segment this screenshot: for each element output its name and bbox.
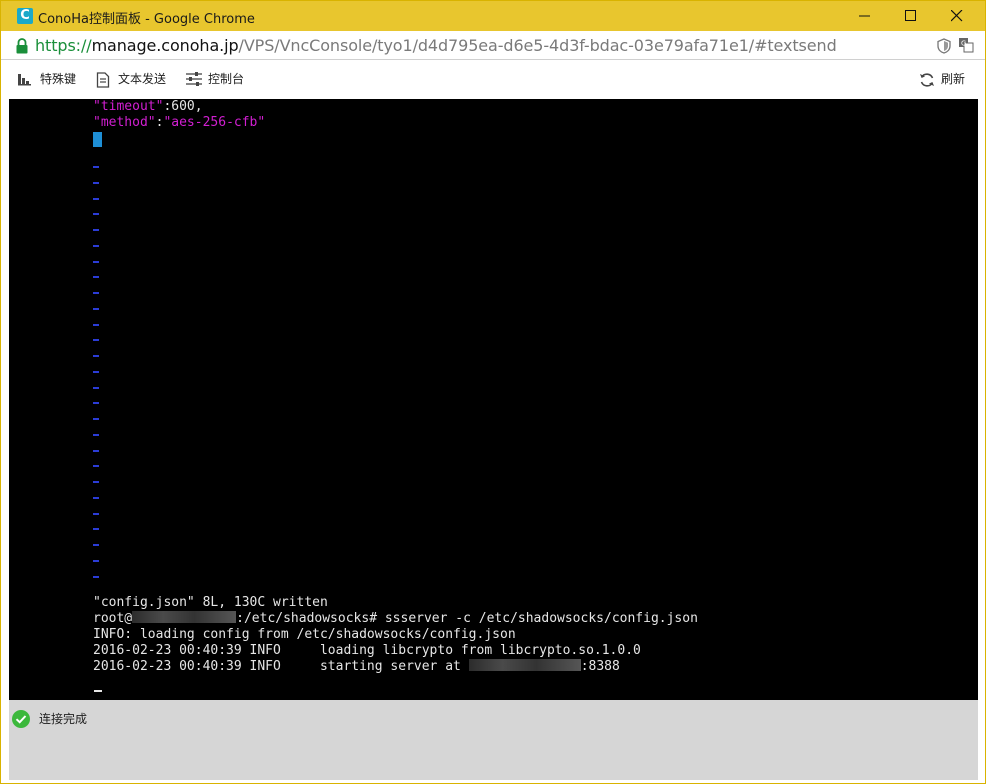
vim-tilde-marker	[93, 544, 99, 546]
vim-tilde-marker	[93, 386, 99, 389]
vim-tilde-marker	[93, 402, 99, 405]
connection-status: 连接完成	[39, 712, 88, 726]
vim-tilde-marker	[93, 166, 99, 168]
url-path: /VPS/VncConsole/tyo1/d4d795ea-d6e5-4d3f-…	[238, 36, 837, 55]
terminal-line-log1: 2016-02-23 00:40:39 INFO loading libcryp…	[93, 643, 641, 658]
terminal-line-written: "config.json" 8L, 130C written	[93, 595, 328, 610]
vim-tilde-marker	[93, 276, 99, 279]
vim-tilde-marker	[93, 307, 99, 310]
vim-tilde-marker	[93, 355, 99, 357]
document-icon	[96, 72, 110, 88]
browser-window: C ConoHa控制面板 - Google Chrome https://man…	[0, 0, 986, 784]
vim-tilde-marker	[93, 433, 99, 436]
window-title: ConoHa控制面板 - Google Chrome	[38, 12, 255, 27]
vim-tilde-marker	[93, 559, 99, 562]
url-host: manage.conoha.jp	[91, 36, 239, 55]
maximize-icon	[905, 10, 916, 21]
text-send-label: 文本发送	[118, 72, 167, 86]
vim-tilde-marker	[93, 528, 99, 531]
refresh-icon	[920, 73, 934, 87]
svg-text:G: G	[961, 40, 966, 48]
terminal-cursor	[94, 690, 102, 692]
url-text[interactable]: https://manage.conoha.jp/VPS/VncConsole/…	[35, 36, 837, 55]
redacted-hostname	[132, 611, 237, 623]
vim-tilde-marker	[93, 449, 99, 452]
vim-tilde-marker	[93, 323, 99, 326]
vim-tilde-marker	[93, 496, 99, 499]
terminal-line-info: INFO: loading config from /etc/shadowsoc…	[93, 627, 516, 642]
url-scheme: https://	[35, 36, 92, 55]
conoha-app-icon: C	[17, 8, 33, 24]
terminal-line-log2: 2016-02-23 00:40:39 INFO starting server…	[93, 659, 620, 674]
vim-tilde-marker	[93, 481, 99, 483]
terminal-line-command: root@:/etc/shadowsocks# ssserver -c /etc…	[93, 611, 698, 626]
vim-tilde-marker	[93, 213, 99, 216]
terminal-line-timeout: "timeout":600,	[93, 99, 203, 114]
vim-tilde-marker	[93, 244, 99, 247]
vim-tilde-marker	[93, 339, 99, 342]
vim-tilde-marker	[93, 292, 99, 294]
minimize-button[interactable]	[842, 1, 888, 31]
vim-tilde-marker	[93, 465, 99, 468]
lock-icon	[16, 38, 28, 54]
vim-tilde-marker	[93, 197, 99, 200]
vim-tilde-marker	[93, 512, 99, 515]
terminal-line-method: "method":"aes-256-cfb"	[93, 115, 266, 130]
vim-tilde-marker	[93, 260, 99, 263]
minimize-icon	[859, 15, 870, 17]
vim-tilde-marker	[93, 370, 99, 373]
address-bar[interactable]: https://manage.conoha.jp/VPS/VncConsole/…	[1, 31, 985, 60]
vnc-console-screen[interactable]: "timeout":600, "method":"aes-256-cfb" "c…	[9, 99, 978, 700]
translate-icon[interactable]: G	[958, 37, 974, 53]
vim-tilde-marker	[93, 418, 99, 420]
refresh-label: 刷新	[941, 72, 966, 86]
keyboard-bars-icon	[18, 74, 31, 86]
redacted-ip	[468, 659, 581, 671]
console-toolbar: 特殊键 文本发送 控制台 刷新	[1, 61, 985, 99]
check-circle-icon	[12, 710, 30, 728]
editor-cursor	[93, 132, 102, 147]
vim-tilde-marker	[93, 575, 99, 578]
close-icon	[951, 10, 963, 22]
sliders-icon	[186, 72, 202, 86]
maximize-button[interactable]	[888, 1, 934, 31]
status-bar: 连接完成	[9, 700, 978, 780]
title-bar: C ConoHa控制面板 - Google Chrome	[1, 1, 985, 31]
vim-tilde-marker	[93, 181, 99, 184]
console-label: 控制台	[208, 72, 245, 86]
shield-icon[interactable]	[936, 38, 952, 54]
close-button[interactable]	[934, 1, 980, 31]
special-keys-label: 特殊键	[40, 72, 77, 86]
vim-tilde-marker	[93, 229, 99, 231]
